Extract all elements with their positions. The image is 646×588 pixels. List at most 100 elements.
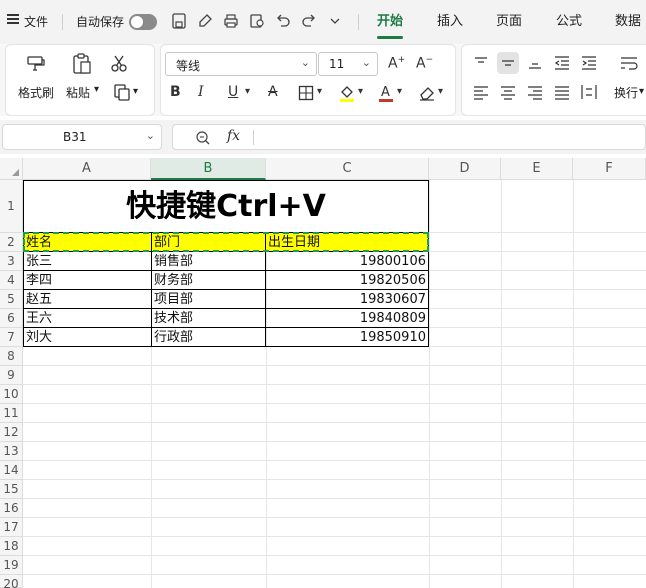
increase-font-icon[interactable]: A+: [388, 55, 405, 72]
align-right-icon[interactable]: [524, 81, 546, 103]
tab-home[interactable]: 开始: [377, 12, 403, 32]
autosave-toggle[interactable]: [129, 14, 157, 30]
clear-format-dropdown-icon[interactable]: ▾: [438, 86, 443, 97]
copy-icon[interactable]: [112, 82, 132, 102]
table-cell[interactable]: 技术部: [152, 309, 265, 328]
strikethrough-icon[interactable]: A: [268, 84, 278, 100]
copy-dropdown-icon[interactable]: ▾: [133, 86, 138, 97]
undo-icon[interactable]: [274, 12, 292, 30]
file-menu[interactable]: 文件: [24, 12, 48, 32]
wrap-text-icon[interactable]: [618, 52, 640, 74]
name-box[interactable]: B31 ⌄: [2, 124, 162, 150]
table-cell[interactable]: 财务部: [152, 271, 265, 290]
column-header-f[interactable]: F: [573, 158, 646, 180]
table-cell[interactable]: 赵五: [24, 290, 150, 309]
select-all-corner[interactable]: [0, 158, 23, 180]
row-header[interactable]: 13: [0, 442, 23, 461]
paste-dropdown-icon[interactable]: ▾: [94, 84, 99, 95]
column-header-b[interactable]: B: [151, 158, 266, 180]
table-cell[interactable]: 19850910: [266, 328, 428, 347]
decrease-font-icon[interactable]: A−: [416, 55, 433, 72]
row-header[interactable]: 16: [0, 499, 23, 518]
row-header[interactable]: 12: [0, 423, 23, 442]
formula-input[interactable]: fx: [172, 124, 646, 150]
bold-icon[interactable]: B: [170, 84, 181, 100]
tab-formula[interactable]: 公式: [556, 12, 582, 32]
table-cell[interactable]: 项目部: [152, 290, 265, 309]
zoom-search-icon[interactable]: [195, 130, 211, 146]
align-middle-icon[interactable]: [497, 52, 519, 74]
format-painter-label[interactable]: 格式刷: [18, 84, 54, 101]
save-icon[interactable]: [170, 12, 188, 30]
row-header[interactable]: 5: [0, 290, 23, 309]
fill-color-dropdown-icon[interactable]: ▾: [358, 86, 363, 97]
align-bottom-icon[interactable]: [524, 52, 546, 74]
row-header[interactable]: 11: [0, 404, 23, 423]
italic-icon[interactable]: I: [198, 84, 204, 100]
redo-icon[interactable]: [300, 12, 318, 30]
row-header[interactable]: 4: [0, 271, 23, 290]
wrap-label[interactable]: 换行: [614, 84, 638, 101]
table-cell[interactable]: 19820506: [266, 271, 428, 290]
borders-dropdown-icon[interactable]: ▾: [317, 86, 322, 97]
clear-format-icon[interactable]: [418, 84, 436, 102]
tab-page[interactable]: 页面: [496, 12, 522, 32]
font-family-select[interactable]: 等线 ⌄: [165, 52, 317, 76]
underline-dropdown-icon[interactable]: ▾: [245, 86, 250, 97]
tab-insert[interactable]: 插入: [437, 12, 463, 32]
column-header-e[interactable]: E: [501, 158, 573, 180]
row-header[interactable]: 1: [0, 180, 23, 233]
table-cell[interactable]: 李四: [24, 271, 150, 290]
print-preview-icon[interactable]: [248, 12, 266, 30]
table-cell[interactable]: 19840809: [266, 309, 428, 328]
row-header[interactable]: 10: [0, 385, 23, 404]
table-cell[interactable]: 19800106: [266, 252, 428, 271]
fill-color-icon[interactable]: [338, 83, 356, 103]
chevron-down-icon[interactable]: [326, 12, 344, 30]
table-cell[interactable]: 王六: [24, 309, 150, 328]
table-cell[interactable]: 张三: [24, 252, 150, 271]
row-header[interactable]: 19: [0, 556, 23, 575]
cut-icon[interactable]: [109, 54, 129, 74]
borders-icon[interactable]: [298, 85, 314, 101]
font-color-dropdown-icon[interactable]: ▾: [397, 86, 402, 97]
row-header[interactable]: 3: [0, 252, 23, 271]
row-header[interactable]: 8: [0, 347, 23, 366]
row-header[interactable]: 20: [0, 575, 23, 588]
hamburger-menu-icon[interactable]: [7, 14, 19, 24]
column-header-a[interactable]: A: [23, 158, 151, 180]
distributed-align-icon[interactable]: [578, 81, 600, 103]
row-header[interactable]: 2: [0, 233, 23, 252]
align-left-icon[interactable]: [470, 81, 492, 103]
paste-label[interactable]: 粘贴: [66, 84, 90, 101]
decrease-indent-icon[interactable]: [551, 52, 573, 74]
column-header-d[interactable]: D: [429, 158, 501, 180]
print-icon[interactable]: [222, 12, 240, 30]
row-header[interactable]: 17: [0, 518, 23, 537]
row-header[interactable]: 18: [0, 537, 23, 556]
row-header[interactable]: 7: [0, 328, 23, 347]
align-top-icon[interactable]: [470, 52, 492, 74]
row-header[interactable]: 9: [0, 366, 23, 385]
format-painter-icon[interactable]: [25, 53, 47, 75]
increase-indent-icon[interactable]: [578, 52, 600, 74]
justify-icon[interactable]: [551, 81, 573, 103]
table-cell[interactable]: 销售部: [152, 252, 265, 271]
function-icon[interactable]: fx: [227, 128, 240, 144]
tab-data[interactable]: 数据: [615, 12, 641, 32]
wrap-dropdown-icon[interactable]: ▾: [639, 86, 644, 97]
align-center-icon[interactable]: [497, 81, 519, 103]
table-cell[interactable]: 19830607: [266, 290, 428, 309]
row-header[interactable]: 14: [0, 461, 23, 480]
gridline: [23, 517, 646, 518]
format-painter-quick-icon[interactable]: [196, 12, 214, 30]
table-cell[interactable]: 行政部: [152, 328, 265, 347]
table-cell[interactable]: 刘大: [24, 328, 150, 347]
font-color-icon[interactable]: A: [377, 83, 395, 103]
paste-icon[interactable]: [70, 52, 94, 76]
column-header-c[interactable]: C: [266, 158, 429, 180]
row-header[interactable]: 15: [0, 480, 23, 499]
row-header[interactable]: 6: [0, 309, 23, 328]
font-size-select[interactable]: 11 ⌄: [318, 52, 378, 76]
underline-icon[interactable]: U: [228, 84, 238, 100]
